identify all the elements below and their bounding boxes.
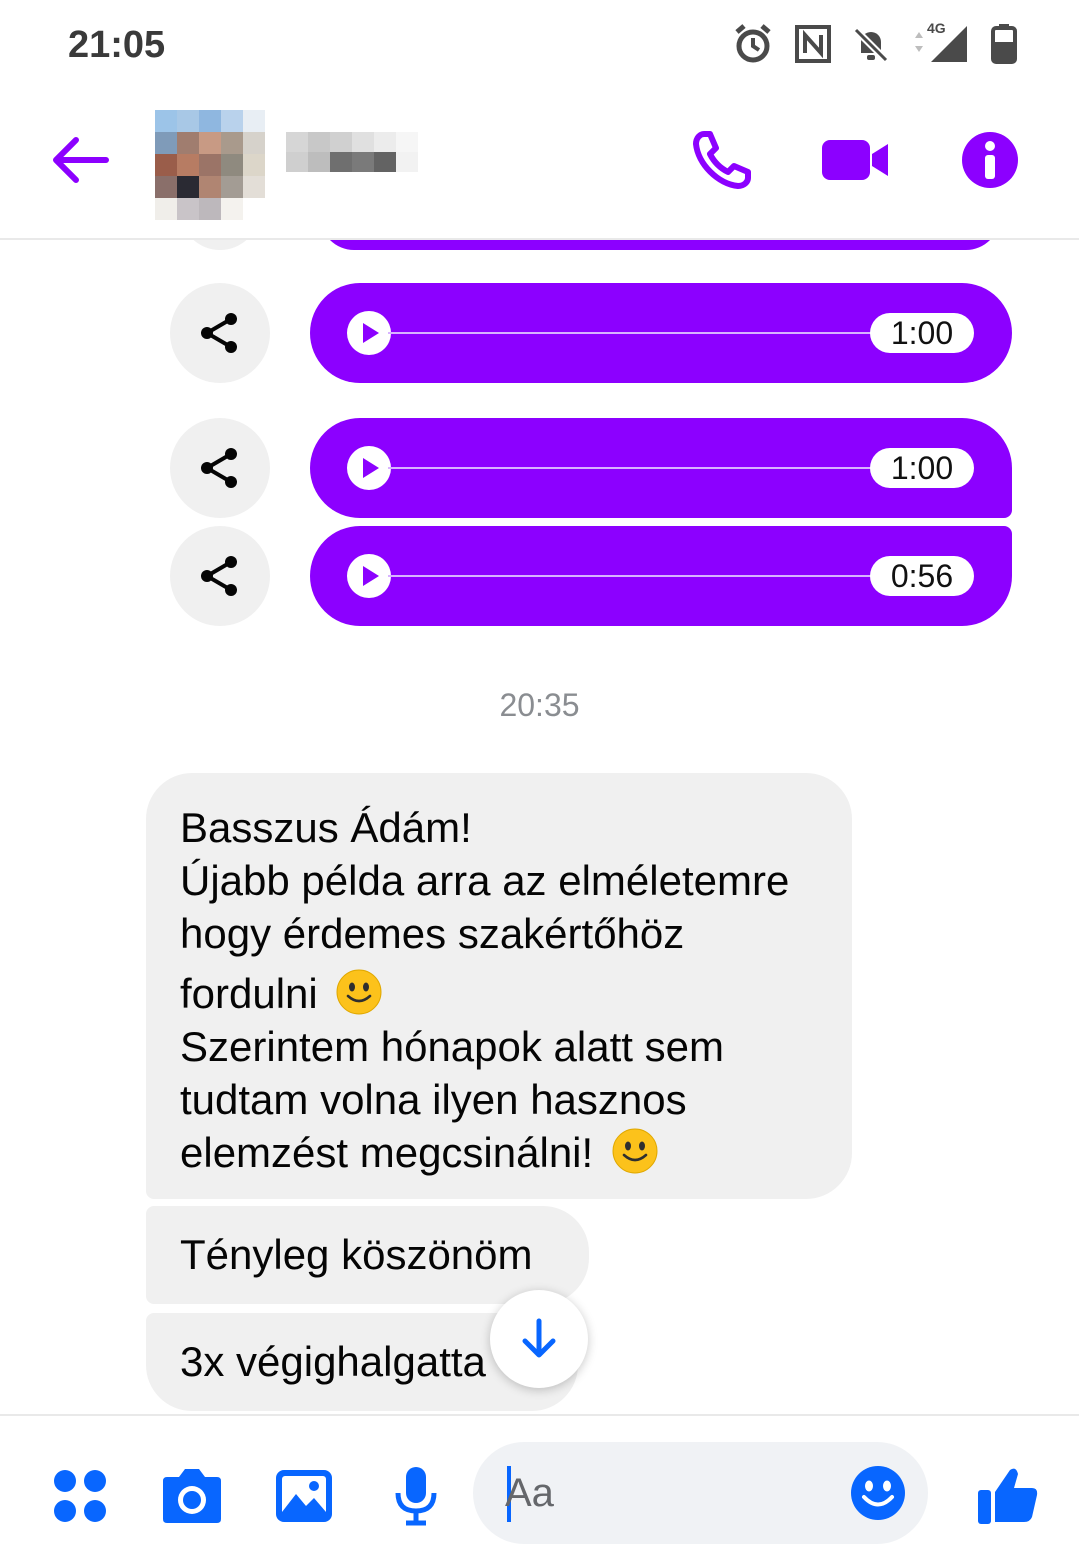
four-dots-menu-icon	[54, 1470, 106, 1522]
share-button[interactable]	[170, 283, 270, 383]
status-time: 21:05	[68, 24, 166, 66]
message-line-with-emoji: elemzést megcsinálni!	[180, 1126, 818, 1179]
call-button[interactable]	[690, 128, 754, 192]
audio-message[interactable]: 1:00	[310, 418, 1012, 518]
like-button[interactable]	[970, 1458, 1046, 1534]
share-button-partial[interactable]	[180, 240, 260, 250]
microphone-icon	[395, 1467, 437, 1526]
share-icon	[201, 313, 237, 353]
voice-record-button[interactable]	[382, 1462, 450, 1530]
emoji-icon	[851, 1466, 905, 1520]
conversation-header	[0, 92, 1079, 240]
audio-progress-track[interactable]	[388, 332, 872, 334]
alarm-icon	[735, 24, 771, 63]
smiley-emoji-icon	[336, 969, 382, 1015]
audio-progress-track[interactable]	[388, 467, 872, 469]
emoji-button[interactable]	[849, 1464, 907, 1522]
received-message[interactable]: Tényleg köszönöm	[146, 1206, 589, 1304]
scroll-to-bottom-button[interactable]	[490, 1290, 588, 1388]
message-line-with-emoji: fordulni	[180, 967, 818, 1020]
message-line: hogy érdemes szakértőhöz	[180, 910, 685, 957]
notifications-off-icon	[853, 27, 889, 63]
message-line: Basszus Ádám!	[180, 804, 472, 851]
camera-icon	[163, 1469, 221, 1523]
message-list[interactable]: 1:00 1:00 0:56 20:35 Basszus Ádám! Újabb…	[0, 240, 1079, 1414]
audio-progress-track[interactable]	[388, 575, 872, 577]
play-icon[interactable]	[347, 446, 391, 490]
share-icon	[201, 556, 237, 596]
status-bar: 21:05 4G	[0, 0, 1079, 92]
more-actions-button[interactable]	[46, 1462, 114, 1530]
cellular-signal-icon: 4G	[911, 20, 969, 64]
message-line: elemzést megcsinálni!	[180, 1129, 594, 1176]
thumbs-up-icon	[978, 1468, 1038, 1524]
gallery-button[interactable]	[270, 1462, 338, 1530]
back-button[interactable]	[48, 132, 112, 188]
phone-icon	[693, 131, 751, 189]
audio-duration: 1:00	[870, 313, 974, 353]
audio-duration: 1:00	[870, 448, 974, 488]
received-message[interactable]: Basszus Ádám! Újabb példa arra az elméle…	[146, 773, 852, 1199]
info-icon	[962, 132, 1018, 188]
message-line: fordulni	[180, 970, 318, 1017]
image-icon	[276, 1470, 332, 1522]
play-icon[interactable]	[347, 554, 391, 598]
message-line: tudtam volna ilyen hasznos	[180, 1076, 687, 1123]
conversation-info-button[interactable]	[958, 128, 1022, 192]
message-composer	[0, 1414, 1079, 1566]
contact-name	[286, 132, 418, 172]
message-line: Szerintem hónapok alatt sem	[180, 1023, 724, 1070]
network-type-label: 4G	[927, 20, 946, 36]
avatar[interactable]	[155, 110, 265, 220]
camera-button[interactable]	[158, 1462, 226, 1530]
smiley-emoji-icon	[612, 1128, 658, 1174]
message-input-wrapper[interactable]	[473, 1442, 928, 1544]
audio-message-partial[interactable]	[320, 240, 1000, 250]
video-call-button[interactable]	[820, 128, 888, 192]
audio-message[interactable]: 1:00	[310, 283, 1012, 383]
status-icons: 4G	[733, 20, 1017, 64]
play-icon[interactable]	[347, 311, 391, 355]
video-camera-icon	[822, 140, 888, 180]
audio-duration: 0:56	[870, 556, 974, 596]
message-line: Újabb példa arra az elméletemre	[180, 857, 790, 904]
nfc-icon	[795, 25, 831, 63]
message-input[interactable]	[505, 1462, 825, 1524]
share-button[interactable]	[170, 418, 270, 518]
arrow-down-icon	[522, 1318, 556, 1358]
battery-icon	[991, 24, 1017, 64]
audio-message[interactable]: 0:56	[310, 526, 1012, 626]
arrow-left-icon	[53, 137, 109, 183]
message-timestamp: 20:35	[499, 687, 580, 723]
share-button[interactable]	[170, 526, 270, 626]
share-icon	[201, 448, 237, 488]
